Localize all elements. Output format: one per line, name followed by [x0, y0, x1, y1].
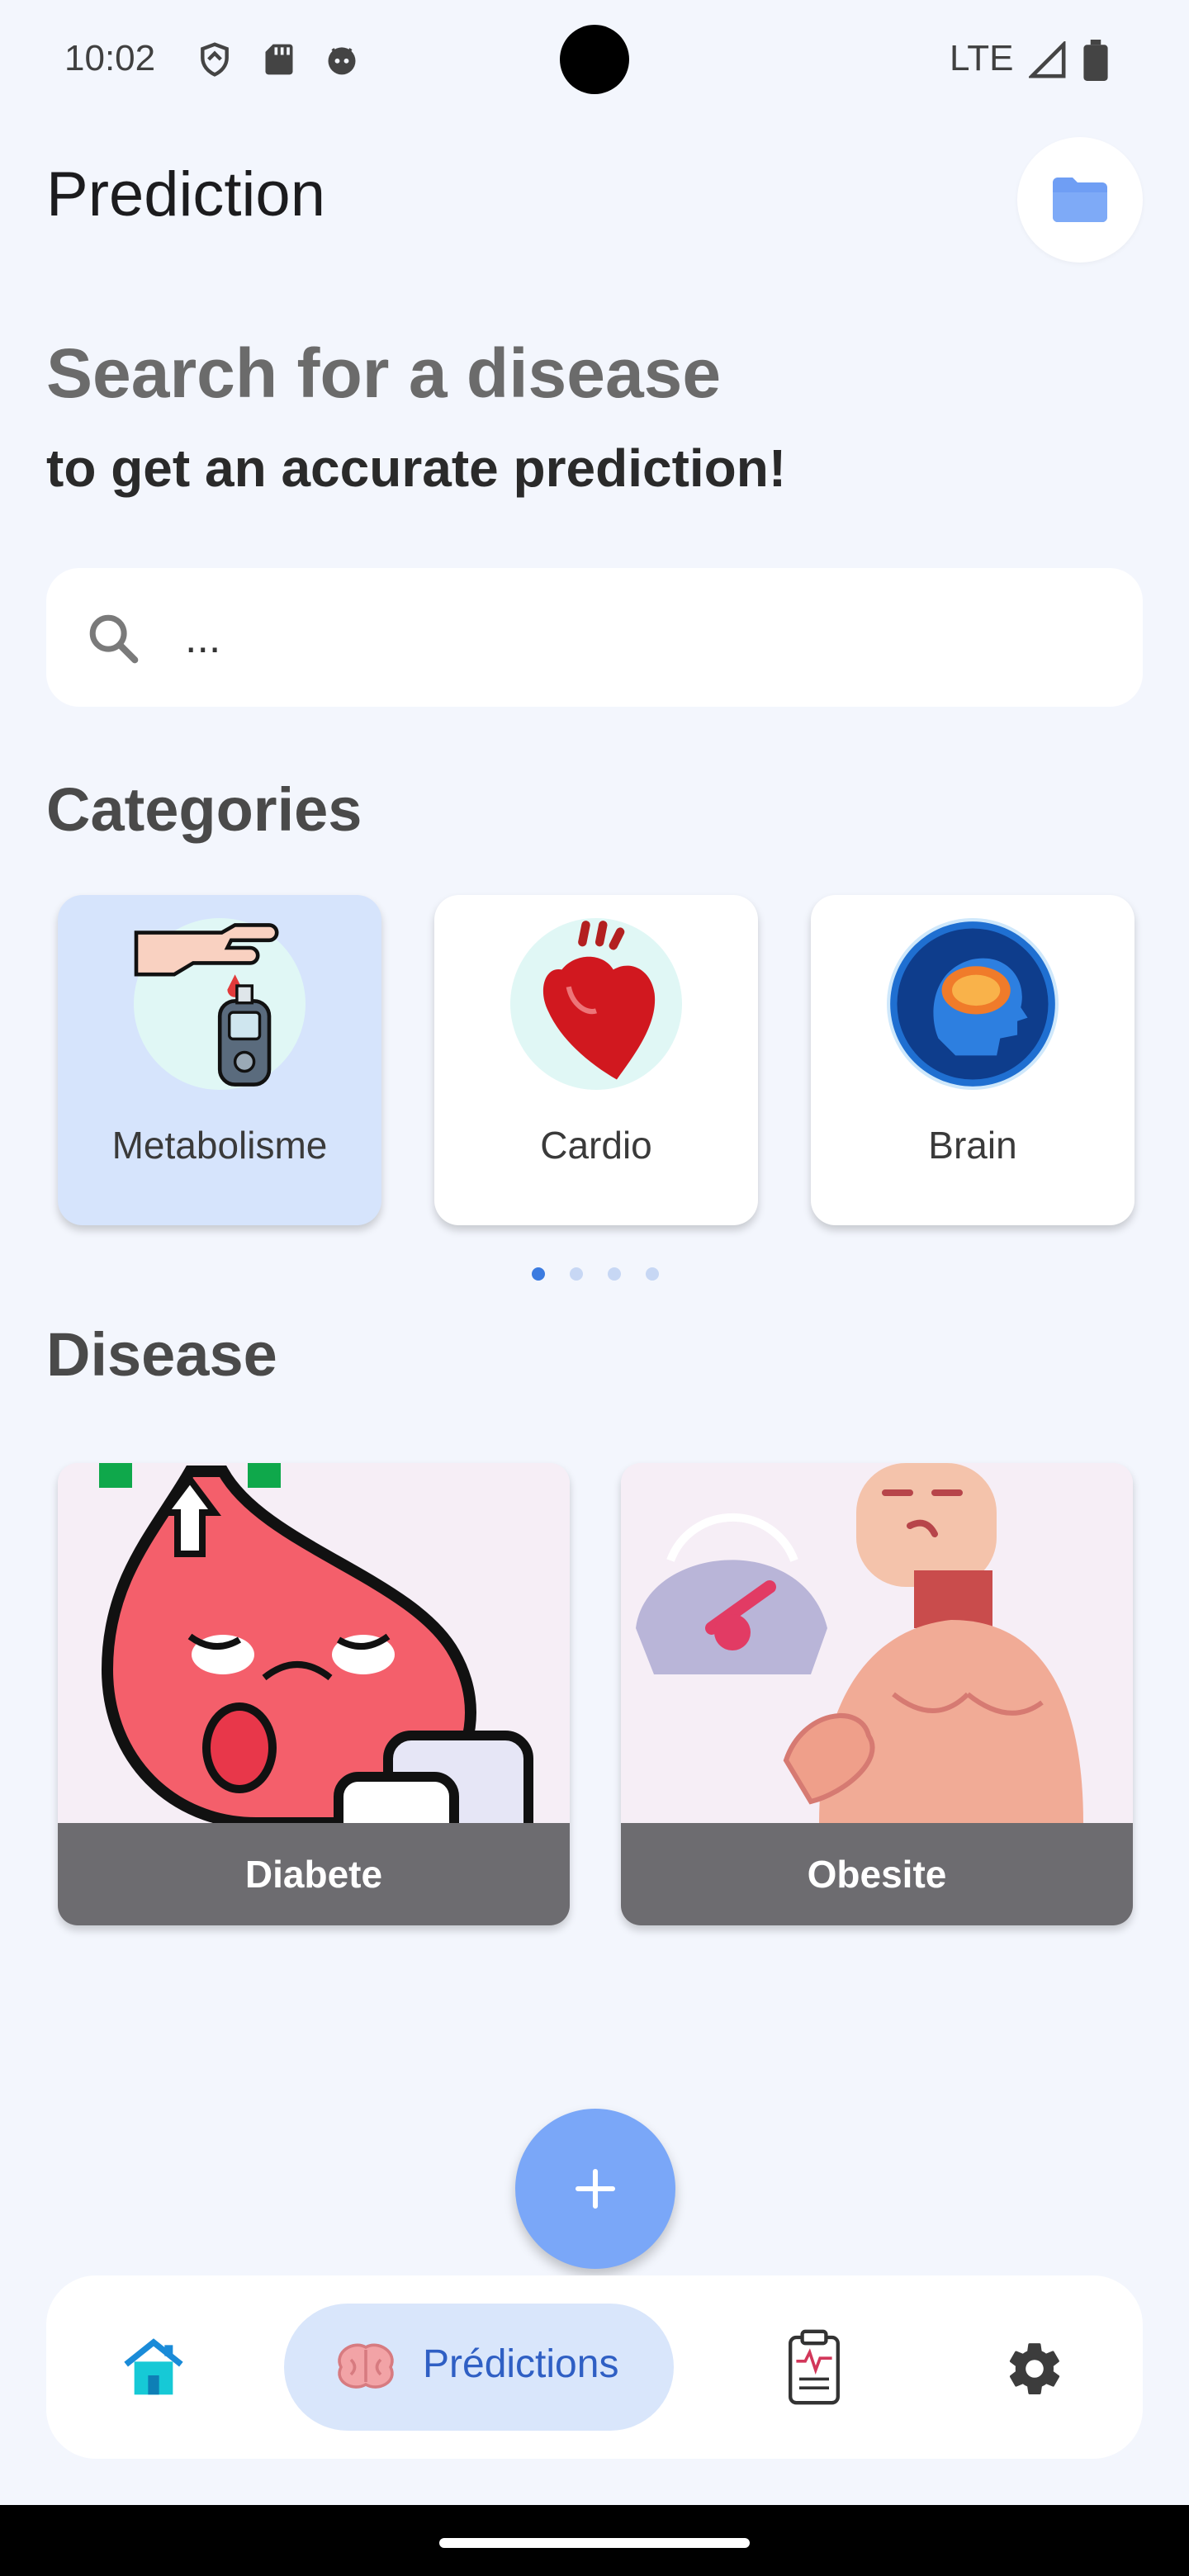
- disease-card-diabete[interactable]: Diabete: [58, 1463, 570, 1925]
- diabete-illustration: [58, 1463, 570, 1864]
- home-gesture-handle[interactable]: [439, 2538, 750, 2548]
- category-card-brain[interactable]: Brain: [811, 895, 1135, 1225]
- folder-icon: [1053, 178, 1107, 222]
- hero-subheadline: to get an accurate prediction!: [46, 438, 787, 498]
- disease-card-obesite[interactable]: Obesite: [621, 1463, 1133, 1925]
- plus-icon: [575, 2168, 616, 2209]
- disease-title: Disease: [46, 1320, 277, 1389]
- battery-icon: [1083, 40, 1108, 81]
- heart-icon: [542, 921, 656, 1080]
- pager-dot-2[interactable]: [570, 1267, 583, 1281]
- category-label: Brain: [928, 1124, 1017, 1167]
- camera-cutout: [560, 25, 629, 94]
- category-label: Metabolisme: [111, 1124, 328, 1167]
- cardio-image: [510, 918, 682, 1090]
- category-label: Cardio: [540, 1124, 652, 1167]
- folder-button[interactable]: [1017, 137, 1143, 263]
- android-face-icon: [328, 47, 356, 75]
- brain-icon: [338, 2343, 394, 2389]
- add-fab-button[interactable]: [515, 2109, 675, 2269]
- network-type: LTE: [950, 38, 1014, 78]
- signal-icon: [1029, 41, 1066, 78]
- pager-dot-4[interactable]: [646, 1267, 659, 1281]
- category-card-cardio[interactable]: Cardio: [434, 895, 758, 1225]
- search-bar[interactable]: [46, 568, 1143, 707]
- pager-dot-3[interactable]: [608, 1267, 621, 1281]
- clipboard-icon[interactable]: [784, 2328, 844, 2406]
- shield-icon: [201, 42, 229, 77]
- status-time: 10:02: [64, 38, 156, 78]
- page-title: Prediction: [46, 159, 325, 230]
- brain-head-icon: [890, 921, 1055, 1087]
- glucose-meter-icon: [134, 923, 279, 1087]
- categories-title: Categories: [46, 775, 362, 844]
- disease-label: Obesite: [621, 1823, 1133, 1925]
- bottom-navigation: Prédictions: [46, 2275, 1143, 2459]
- brain-image: [887, 918, 1059, 1090]
- gear-icon[interactable]: [1004, 2338, 1065, 2399]
- sd-card-icon: [265, 44, 293, 75]
- search-icon: [89, 614, 139, 664]
- home-icon[interactable]: [121, 2337, 187, 2398]
- category-card-metabolisme[interactable]: Metabolisme: [58, 895, 381, 1225]
- nav-label-predictions: Prédictions: [423, 2342, 619, 2386]
- hero-headline: Search for a disease: [46, 334, 722, 412]
- obesite-illustration: [621, 1463, 1133, 1823]
- pager-dot-1[interactable]: [532, 1267, 545, 1281]
- search-input[interactable]: [183, 601, 1095, 675]
- disease-label: Diabete: [58, 1823, 570, 1925]
- metabolisme-image: [134, 918, 306, 1090]
